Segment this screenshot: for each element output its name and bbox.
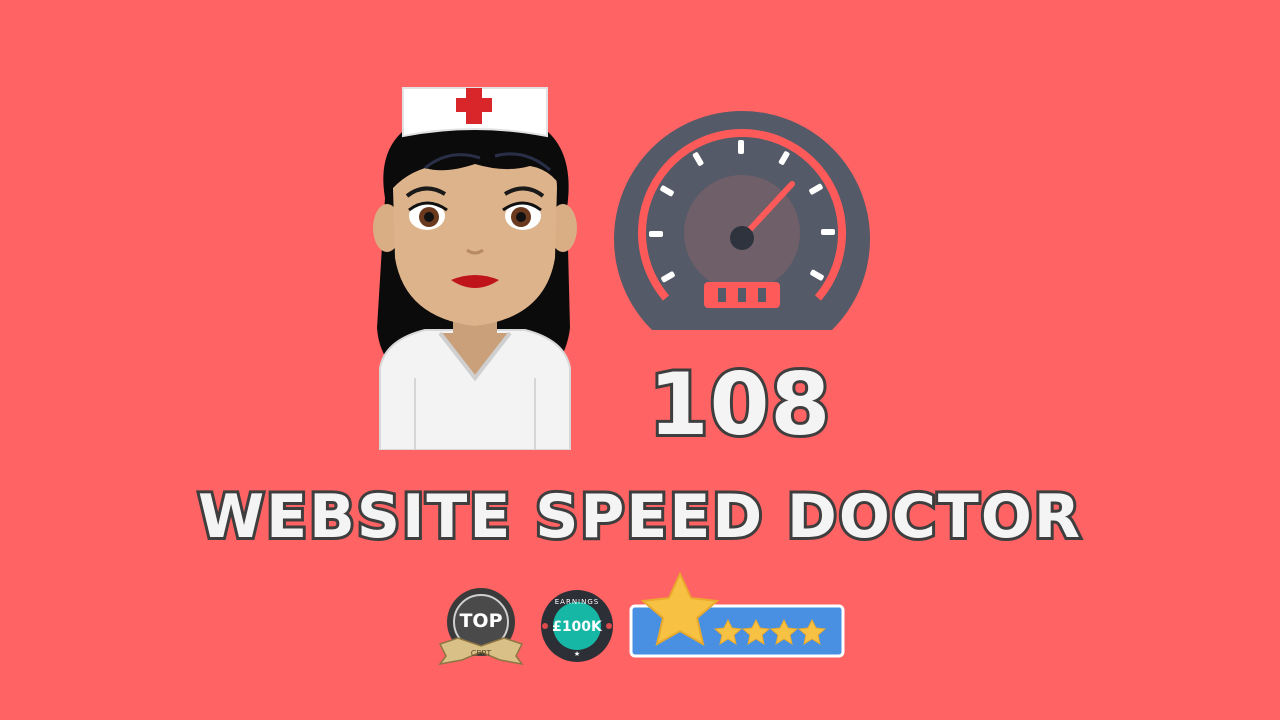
- earnings-amount: £100K: [552, 619, 603, 635]
- earnings-badge-icon: EARNINGS £100K ★: [541, 590, 613, 662]
- nurse-avatar-icon: [373, 87, 577, 450]
- page-title: WEBSITE SPEED DOCTOR: [195, 479, 1083, 555]
- earnings-badge-label: EARNINGS: [555, 598, 599, 606]
- top-cert-badge-icon: TOP CERT: [438, 588, 524, 666]
- speedometer-icon: [614, 110, 870, 330]
- speed-score: 108: [646, 352, 834, 458]
- svg-text:★: ★: [574, 650, 580, 658]
- star-rating-badge-icon: [629, 572, 845, 658]
- top-badge-label: TOP: [459, 610, 502, 632]
- cert-badge-label: CERT: [471, 649, 492, 658]
